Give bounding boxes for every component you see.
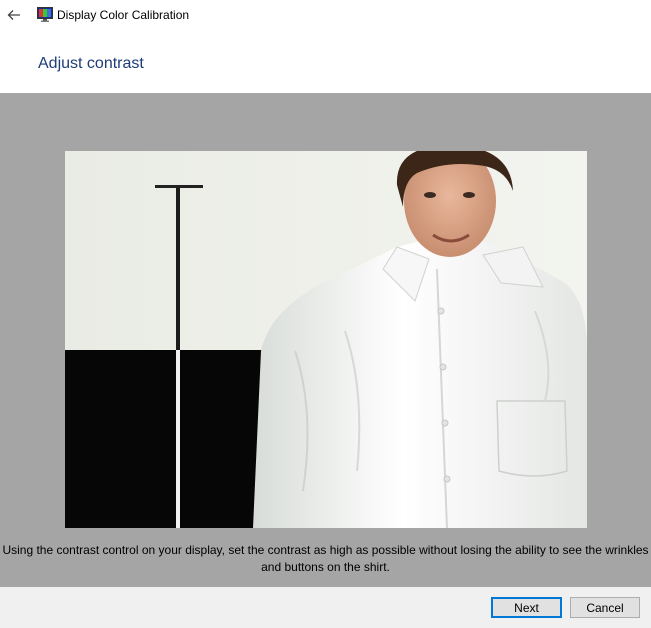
window-title: Display Color Calibration xyxy=(57,8,190,22)
footer-bar: Next Cancel xyxy=(0,587,651,628)
monitor-icon xyxy=(37,7,53,22)
page-heading: Adjust contrast xyxy=(38,55,144,72)
cancel-button[interactable]: Cancel xyxy=(570,597,640,618)
back-button[interactable] xyxy=(4,5,24,25)
instruction-text: Using the contrast control on your displ… xyxy=(2,543,649,574)
contrast-sample-photo xyxy=(65,151,587,528)
arrow-left-icon xyxy=(7,10,20,20)
calibration-content: Using the contrast control on your displ… xyxy=(0,93,651,587)
next-button[interactable]: Next xyxy=(491,597,562,618)
title-bar: Display Color Calibration xyxy=(0,0,651,30)
